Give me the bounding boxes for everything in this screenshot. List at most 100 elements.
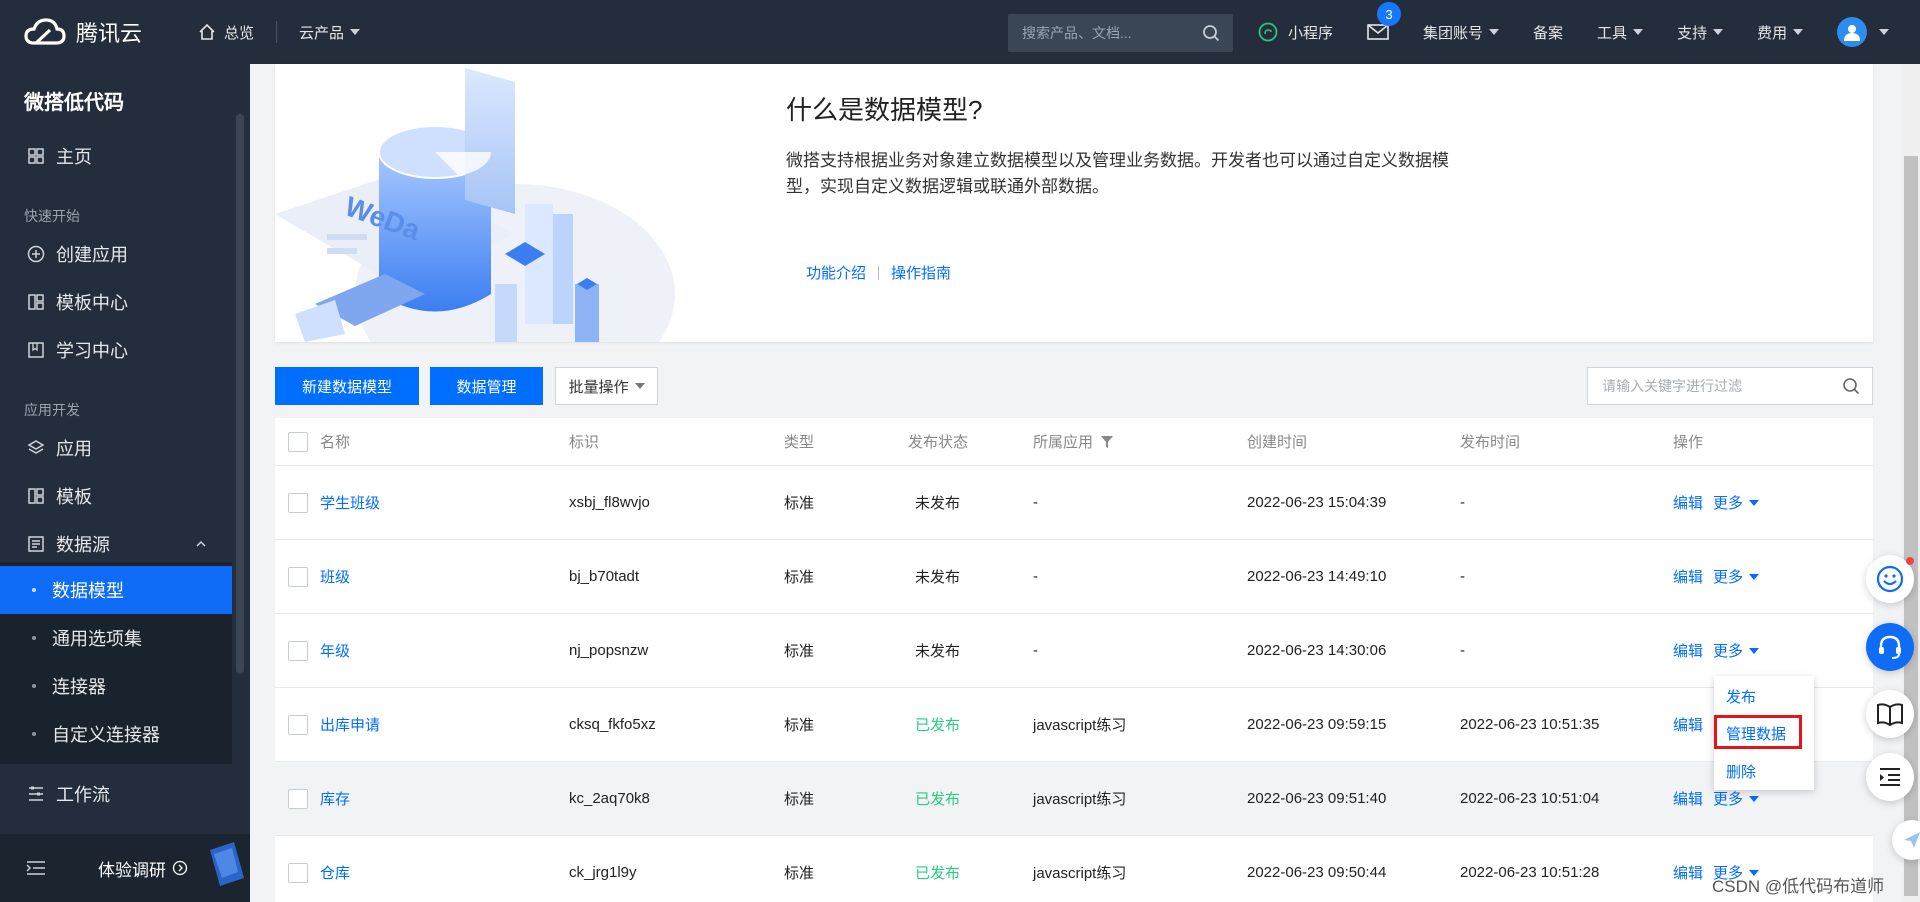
batch-operations-label: 批量操作 (568, 378, 629, 396)
sidebar-item-label: 连接器 (52, 677, 106, 697)
publish-status: 已发布 (915, 717, 961, 734)
sidebar-item-learning-center[interactable]: 学习中心 (0, 326, 232, 374)
mini-program-icon (1258, 22, 1278, 42)
model-name-link[interactable]: 出库申请 (320, 688, 380, 761)
menu-item-publish[interactable]: 发布 (1726, 686, 1756, 707)
sidebar-item-label: 主页 (56, 147, 92, 167)
header-app[interactable]: 所属应用 (1033, 418, 1114, 465)
row-checkbox[interactable] (288, 714, 308, 735)
edit-link[interactable]: 编辑 (1673, 836, 1703, 902)
row-checkbox[interactable] (288, 566, 308, 587)
chevron-down-icon (1749, 573, 1760, 580)
app-name: - (1033, 494, 1038, 511)
row-checkbox[interactable] (288, 788, 308, 809)
table-row[interactable]: 班级 bj_b70tadt 标准 未发布 - 2022-06-23 14:49:10 - 编辑… (275, 540, 1873, 614)
more-actions-button[interactable]: 更多 (1713, 466, 1760, 539)
smile-icon (1876, 565, 1904, 593)
row-checkbox[interactable] (288, 862, 308, 883)
sidebar-item-label: 自定义连接器 (52, 725, 160, 745)
more-actions-button[interactable]: 更多 (1713, 540, 1760, 613)
header-type: 类型 (784, 434, 815, 451)
menu-item-delete[interactable]: 删除 (1726, 761, 1756, 782)
cloud-products-menu[interactable]: 云产品 (299, 22, 361, 43)
data-manage-button[interactable]: 数据管理 (430, 367, 543, 405)
new-data-model-button[interactable]: 新建数据模型 (275, 367, 419, 405)
bullet (32, 684, 36, 688)
model-name-link[interactable]: 库存 (320, 762, 350, 835)
sidebar-item-custom-connectors[interactable]: 自定义连接器 (0, 710, 232, 758)
keyword-filter-input[interactable] (1602, 378, 1832, 394)
sidebar-item-label: 应用 (56, 439, 92, 459)
select-all-checkbox[interactable] (288, 431, 308, 452)
messages-button[interactable]: 3 (1367, 2, 1402, 40)
sidebar-item-create-app[interactable]: 创建应用 (0, 230, 232, 278)
keyword-filter[interactable] (1587, 367, 1873, 405)
feature-intro-link[interactable]: 功能介绍 (806, 262, 866, 283)
model-name-link[interactable]: 年级 (320, 614, 350, 687)
docs-button[interactable] (1866, 690, 1914, 738)
published-time: - (1460, 642, 1465, 659)
outline-button[interactable] (1866, 753, 1914, 801)
model-name-link[interactable]: 仓库 (320, 836, 350, 902)
search-icon[interactable] (1202, 24, 1220, 42)
sidebar-item-templates[interactable]: 模板 (0, 472, 232, 520)
sidebar-item-label: 数据模型 (52, 581, 124, 601)
watermark: CSDN @低代码布道师 (1712, 877, 1885, 896)
model-name-link[interactable]: 班级 (320, 540, 350, 613)
sidebar-item-home[interactable]: 主页 (0, 132, 232, 180)
survey-decoration-icon (210, 842, 244, 886)
edit-link[interactable]: 编辑 (1673, 688, 1703, 761)
header-created: 创建时间 (1247, 434, 1308, 451)
edit-link[interactable]: 编辑 (1673, 466, 1703, 539)
mini-program-link[interactable]: 小程序 (1258, 22, 1333, 43)
tools-menu[interactable]: 工具 (1597, 22, 1644, 43)
chevron-down-icon (1793, 29, 1804, 35)
chevron-down-icon (1713, 29, 1724, 35)
sidebar-item-apps[interactable]: 应用 (0, 424, 232, 472)
table-row[interactable]: 学生班级 xsbj_fl8wvjo 标准 未发布 - 2022-06-23 15:04:3… (275, 466, 1873, 540)
book-icon (26, 340, 46, 360)
edit-link[interactable]: 编辑 (1673, 540, 1703, 613)
survey-link[interactable]: 体验调研 (98, 856, 166, 881)
filter-icon[interactable] (1101, 435, 1114, 448)
sidebar-item-datasource[interactable]: 数据源 (0, 520, 232, 568)
created-time: 2022-06-23 14:30:06 (1247, 642, 1387, 659)
collapse-menu-icon[interactable] (26, 860, 46, 876)
sidebar-scrollbar[interactable] (236, 114, 244, 674)
created-time: 2022-06-23 15:04:39 (1247, 494, 1387, 511)
sidebar-item-data-model[interactable]: 数据模型 (0, 566, 232, 614)
sidebar-item-connectors[interactable]: 连接器 (0, 662, 232, 710)
batch-operations-dropdown[interactable]: 批量操作 (555, 367, 658, 405)
paper-plane-button[interactable] (1892, 820, 1920, 860)
support-menu[interactable]: 支持 (1677, 22, 1724, 43)
model-name-link[interactable]: 学生班级 (320, 466, 380, 539)
group-account-menu[interactable]: 集团账号 (1423, 22, 1500, 43)
user-menu[interactable] (1837, 17, 1890, 47)
fees-menu[interactable]: 费用 (1757, 22, 1804, 43)
table-row[interactable]: 年级 nj_popsnzw 标准 未发布 - 2022-06-23 14:30:06 - 编辑… (275, 614, 1873, 688)
model-identifier: kc_2aq70k8 (569, 790, 650, 807)
sidebar-item-template-center[interactable]: 模板中心 (0, 278, 232, 326)
filing-link[interactable]: 备案 (1533, 22, 1563, 43)
tencent-cloud-logo[interactable]: 腾讯云 (24, 16, 154, 48)
edit-link[interactable]: 编辑 (1673, 762, 1703, 835)
row-checkbox[interactable] (288, 492, 308, 513)
model-identifier: nj_popsnzw (569, 642, 649, 659)
sidebar-item-option-sets[interactable]: 通用选项集 (0, 614, 232, 662)
edit-link[interactable]: 编辑 (1673, 614, 1703, 687)
table-row[interactable]: 出库申请 cksq_fkfo5xz 标准 已发布 javascript练习 2022-06… (275, 688, 1873, 762)
global-search[interactable] (1008, 14, 1233, 52)
sidebar-item-label: 模板中心 (56, 293, 128, 313)
overview-link[interactable]: 总览 (198, 22, 254, 43)
model-identifier: cksq_fkfo5xz (569, 716, 656, 733)
sidebar-item-workflow[interactable]: 工作流 (0, 770, 232, 818)
operation-guide-link[interactable]: 操作指南 (891, 262, 951, 283)
customer-service-button[interactable] (1866, 623, 1914, 671)
table-row[interactable]: 仓库 ck_jrg1l9y 标准 已发布 javascript练习 2022-06-23 … (275, 836, 1873, 902)
row-checkbox[interactable] (288, 640, 308, 661)
app-name: javascript练习 (1033, 717, 1127, 734)
global-search-input[interactable] (1022, 25, 1192, 41)
table-row[interactable]: 库存 kc_2aq70k8 标准 已发布 javascript练习 2022-06-23 … (275, 762, 1873, 836)
search-icon[interactable] (1842, 377, 1860, 395)
tools-label: 工具 (1597, 24, 1628, 42)
